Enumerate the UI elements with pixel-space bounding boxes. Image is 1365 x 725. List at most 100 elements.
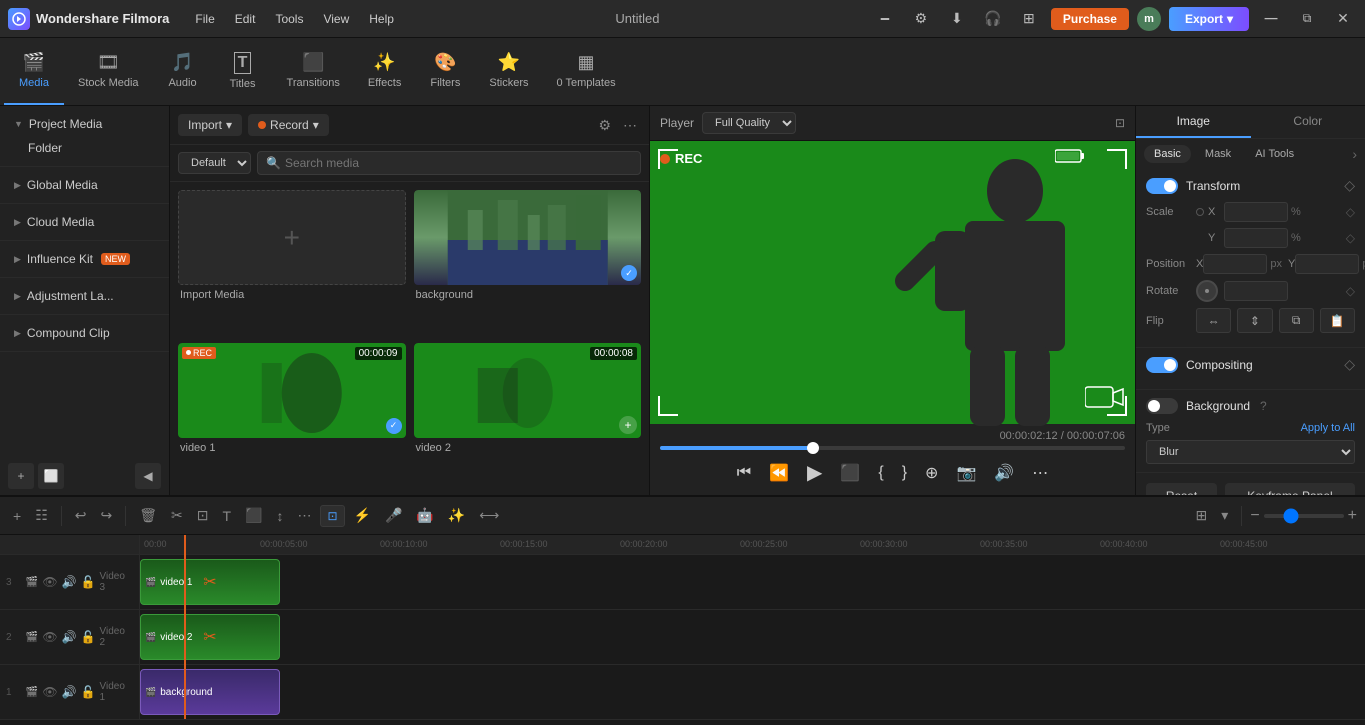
tab-transitions[interactable]: ⬛ Transitions — [273, 38, 354, 105]
progress-bar[interactable] — [660, 446, 1125, 450]
menu-help[interactable]: Help — [359, 8, 404, 30]
keyframe-panel-button[interactable]: Keyframe Panel — [1225, 483, 1355, 495]
delete-media-btn[interactable]: ⬜ — [38, 463, 64, 489]
stop-btn[interactable]: ⬛ — [836, 459, 864, 487]
transform-toggle[interactable] — [1146, 178, 1178, 194]
add-track-btn[interactable]: + — [8, 505, 26, 527]
more-options-btn[interactable]: ⋯ — [619, 115, 641, 136]
flip-copy-btn[interactable]: ⧉ — [1279, 308, 1314, 333]
audio-btn[interactable]: 🔊 — [990, 459, 1018, 487]
rotate-reset-btn[interactable]: ◇ — [1346, 284, 1355, 298]
sidebar-item-adjustment[interactable]: ▶ Adjustment La... — [8, 284, 161, 308]
step-back-btn[interactable]: ⏮ — [733, 460, 755, 486]
rotate-input[interactable]: 0.00° — [1224, 281, 1288, 301]
expand-panel-btn[interactable]: › — [1352, 145, 1357, 163]
search-box[interactable]: 🔍 — [257, 151, 641, 175]
track2-lock-btn[interactable]: 🔓 — [81, 630, 96, 644]
speed-btn[interactable]: ⚡ — [349, 504, 376, 527]
video2-media-item[interactable]: 00:00:08 + video 2 — [414, 343, 642, 488]
out-point-btn[interactable]: } — [898, 460, 911, 486]
scale-y-reset-btn[interactable]: ◇ — [1346, 231, 1355, 245]
tab-filters[interactable]: 🎨 Filters — [415, 38, 475, 105]
zoom-slider[interactable] — [1264, 514, 1344, 518]
play-btn[interactable]: ▶ — [803, 456, 826, 489]
menu-file[interactable]: File — [185, 8, 224, 30]
tab-effects[interactable]: ✨ Effects — [354, 38, 415, 105]
tab-image[interactable]: Image — [1136, 106, 1251, 138]
audio-tl-btn[interactable]: 🎤 — [380, 504, 407, 527]
download-icon[interactable]: ⬇ — [943, 5, 971, 33]
fullscreen-icon[interactable]: ⊡ — [1115, 116, 1125, 130]
motion-btn[interactable]: ↕ — [271, 505, 288, 527]
grid-icon[interactable]: ⊞ — [1015, 5, 1043, 33]
more-tl-btn[interactable]: ⋯ — [292, 504, 316, 527]
track1-lock-btn[interactable]: 🔓 — [81, 685, 96, 699]
import-button[interactable]: Import ▾ — [178, 114, 242, 136]
undo-btn[interactable]: ↩ — [70, 504, 92, 527]
progress-thumb[interactable] — [807, 442, 819, 454]
playhead[interactable] — [184, 535, 186, 719]
menu-edit[interactable]: Edit — [225, 8, 266, 30]
import-placeholder-thumb[interactable]: + — [178, 190, 406, 285]
zoom-out-btn[interactable]: − — [1250, 507, 1259, 525]
reset-button[interactable]: Reset — [1146, 483, 1217, 495]
flip-paste-btn[interactable]: 📋 — [1320, 308, 1355, 333]
crop-btn[interactable]: ⊡ — [192, 504, 214, 527]
transform-reset-btn[interactable]: ◇ — [1344, 177, 1355, 194]
background-media-item[interactable]: ✓ background — [414, 190, 642, 335]
background-toggle[interactable] — [1146, 398, 1178, 414]
text-btn[interactable]: T — [217, 505, 236, 527]
headphone-icon[interactable]: 🎧 — [979, 5, 1007, 33]
window-min-btn[interactable]: ─ — [1257, 5, 1285, 33]
lock-scale-icon[interactable] — [1196, 208, 1204, 216]
window-close-btn[interactable]: ✕ — [1329, 5, 1357, 33]
sidebar-item-global-media[interactable]: ▶ Global Media — [8, 173, 161, 197]
compositing-toggle[interactable] — [1146, 357, 1178, 373]
sort-select[interactable]: Default — [178, 152, 251, 174]
sidebar-item-cloud-media[interactable]: ▶ Cloud Media — [8, 210, 161, 234]
scale-x-input[interactable]: 100.00 — [1224, 202, 1288, 222]
redo-btn[interactable]: ↪ — [95, 504, 117, 527]
sidebar-item-project-media[interactable]: ▼ Project Media — [8, 112, 161, 136]
clip-background[interactable]: 🎬 background — [140, 669, 280, 715]
minimize-window-icon[interactable]: 🗕 — [871, 5, 899, 33]
background-type-select[interactable]: Blur — [1146, 440, 1355, 464]
quality-select[interactable]: Full Quality — [702, 112, 796, 134]
track1-vis-btn[interactable]: 👁 — [42, 685, 57, 699]
snap-btn[interactable]: ⊡ — [320, 505, 344, 527]
window-max-btn[interactable]: ⧉ — [1293, 5, 1321, 33]
user-avatar[interactable]: m — [1137, 7, 1161, 31]
collapse-panel-btn[interactable]: ◀ — [135, 463, 161, 489]
add-to-timeline-btn[interactable]: ⊕ — [921, 459, 942, 487]
frame-back-btn[interactable]: ⏪ — [765, 459, 793, 487]
search-input[interactable] — [285, 156, 632, 170]
track3-vis-btn[interactable]: 👁 — [42, 575, 57, 589]
filter-media-btn[interactable]: ⚙ — [594, 115, 615, 136]
tab-media[interactable]: 🎬 Media — [4, 38, 64, 105]
record-button[interactable]: Record ▾ — [248, 114, 329, 136]
subtab-mask[interactable]: Mask — [1195, 145, 1241, 163]
add-folder-btn[interactable]: + — [8, 463, 34, 489]
tl-group-btn[interactable]: ☷ — [30, 504, 53, 527]
subtab-basic[interactable]: Basic — [1144, 145, 1191, 163]
track2-vis-btn[interactable]: 👁 — [42, 630, 57, 644]
cut-btn[interactable]: ✂ — [166, 504, 188, 527]
tab-stock-media[interactable]: 🎞 Stock Media — [64, 38, 153, 105]
export-button[interactable]: Export ▾ — [1169, 7, 1249, 31]
video1-media-item[interactable]: REC 00:00:09 ✓ video 1 — [178, 343, 406, 488]
tab-color[interactable]: Color — [1251, 106, 1365, 138]
settings-icon[interactable]: ⚙ — [907, 5, 935, 33]
sidebar-item-folder[interactable]: Folder — [8, 136, 161, 160]
tl-settings-btn[interactable]: ▾ — [1216, 504, 1233, 527]
zoom-in-btn[interactable]: + — [1348, 507, 1357, 525]
scale-y-input[interactable]: 100.00 — [1224, 228, 1288, 248]
track2-mute-btn[interactable]: 🔊 — [62, 630, 77, 644]
import-placeholder-item[interactable]: + Import Media — [178, 190, 406, 335]
flip-vertical-btn[interactable]: ⇕ — [1237, 308, 1272, 333]
ai-btn[interactable]: 🤖 — [411, 504, 438, 527]
color-btn[interactable]: ⬛ — [240, 504, 267, 527]
compositing-reset-btn[interactable]: ◇ — [1344, 356, 1355, 373]
apply-to-all-btn[interactable]: Apply to All — [1301, 422, 1355, 434]
subtab-ai-tools[interactable]: AI Tools — [1245, 145, 1304, 163]
tab-titles[interactable]: T Titles — [213, 38, 273, 105]
